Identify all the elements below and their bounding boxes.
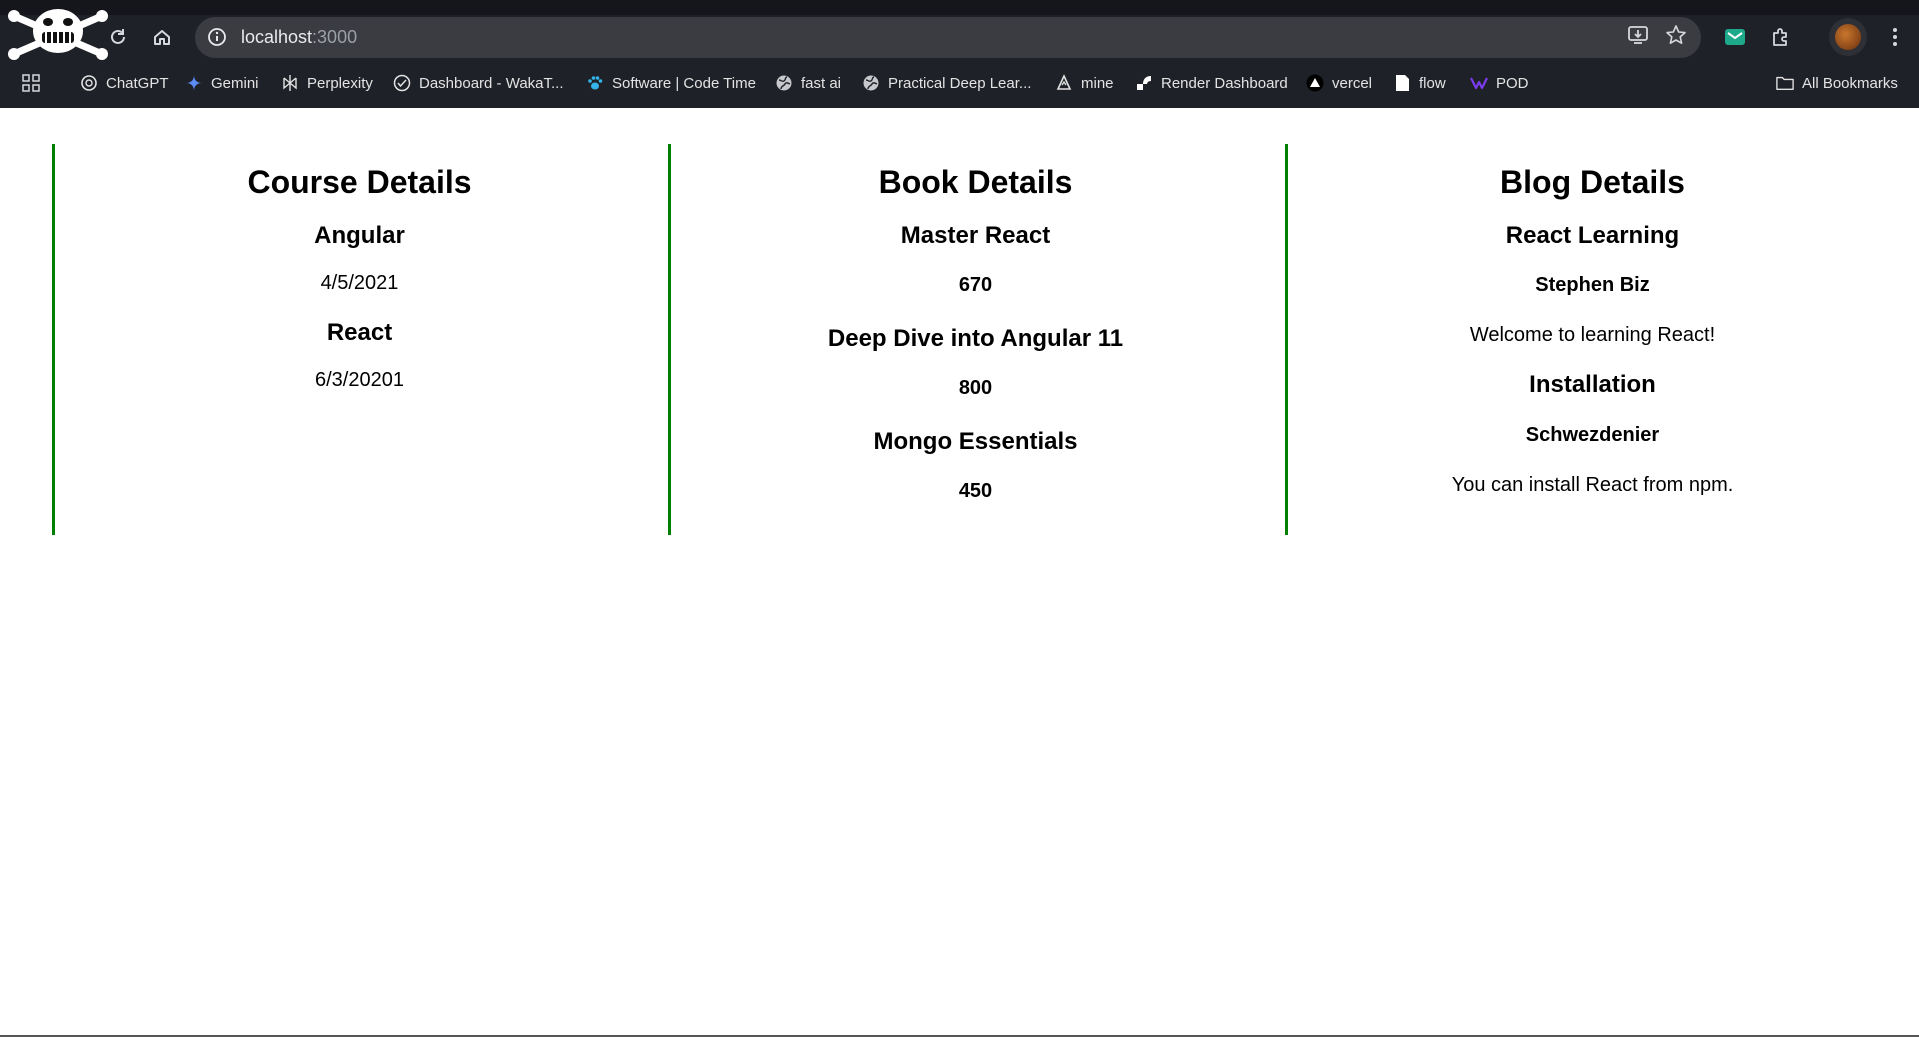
reload-icon[interactable] [103,20,133,54]
blog-details-panel: Blog Details React Learning Stephen Biz … [1285,144,1897,535]
gemini-icon [185,74,203,92]
bookmark-label: vercel [1332,74,1373,92]
folder-icon [1776,74,1794,92]
star-icon[interactable] [1665,24,1687,51]
bookmark-label: Render Dashboard [1161,74,1288,92]
blog-text: Welcome to learning React! [1469,324,1716,346]
book-price: 670 [958,274,993,296]
bookmark-render[interactable]: Render Dashboard [1135,66,1288,100]
bookmark-pod[interactable]: POD [1470,66,1529,100]
flow-icon [1393,74,1411,92]
site-info-icon[interactable] [207,27,227,47]
blog-author: Schwezdenier [1525,424,1660,446]
url-text[interactable]: localhost:3000 [241,17,357,58]
url-host: localhost [241,27,313,47]
bookmark-flow[interactable]: flow [1393,66,1446,100]
bookmark-chatgpt[interactable]: ChatGPT [80,66,169,100]
bookmark-gemini[interactable]: Gemini [185,66,259,100]
bookmark-practical-deep-learning[interactable]: Practical Deep Lear... [862,66,1031,100]
bookmark-vercel[interactable]: vercel [1306,66,1372,100]
bookmark-codetime[interactable]: Software | Code Time [586,66,756,100]
book-title: Master React [900,222,1051,249]
install-app-icon[interactable] [1627,24,1649,51]
bookmark-label: fast ai [801,74,842,92]
bookmark-label: ChatGPT [106,74,169,92]
bookmark-label: Dashboard - WakaT... [419,74,564,92]
globe-icon [775,74,793,92]
globe-icon [862,74,880,92]
course-name: React [326,319,393,346]
bookmark-label: Gemini [211,74,259,92]
vercel-icon [1306,74,1324,92]
bookmark-label: Software | Code Time [612,74,756,92]
blog-title: Installation [1529,371,1656,398]
chatgpt-icon [80,74,98,92]
course-date: 4/5/2021 [320,272,399,294]
page-content: Course Details Angular 4/5/2021 React 6/… [0,108,1919,1037]
jolly-roger-logo-icon[interactable] [6,4,110,60]
bookmarks-bar: ChatGPT Gemini Perplexity Dashboard - Wa… [0,66,1919,100]
blog-text: You can install React from npm. [1451,474,1734,496]
render-icon [1135,74,1153,92]
home-icon[interactable] [147,20,177,54]
tab-strip [0,0,1919,15]
url-port: :3000 [312,27,358,47]
paw-icon [586,74,604,92]
mine-icon [1055,74,1073,92]
book-price: 450 [958,480,993,502]
omnibox-actions [1627,17,1687,58]
book-details-heading: Book Details [878,164,1073,200]
book-title: Deep Dive into Angular 11 [827,325,1124,352]
book-price: 800 [958,377,993,399]
bookmark-mine[interactable]: mine [1055,66,1114,100]
apps-grid-icon[interactable] [22,66,40,100]
perplexity-icon [281,74,299,92]
blog-details-heading: Blog Details [1500,164,1685,200]
bookmark-fastai[interactable]: fast ai [775,66,841,100]
blog-title: React Learning [1505,222,1680,249]
blog-author: Stephen Biz [1535,274,1650,296]
bookmark-wakatime[interactable]: Dashboard - WakaT... [393,66,564,100]
profile-avatar[interactable] [1829,18,1867,56]
pod-icon [1470,74,1488,92]
wakatime-icon [393,74,411,92]
all-bookmarks-button[interactable]: All Bookmarks [1776,66,1898,100]
course-details-heading: Course Details [247,164,472,200]
course-date: 6/3/20201 [315,369,404,391]
extensions-puzzle-icon[interactable] [1766,22,1796,52]
course-details-panel: Course Details Angular 4/5/2021 React 6/… [52,144,664,535]
book-title: Mongo Essentials [873,428,1078,455]
all-bookmarks-label: All Bookmarks [1802,74,1898,92]
course-name: Angular [314,222,405,249]
extension-mail-icon[interactable] [1720,22,1750,52]
bookmark-label: Perplexity [307,74,373,92]
bookmark-label: mine [1081,74,1114,92]
address-bar[interactable]: localhost:3000 [195,17,1701,58]
bookmark-label: Practical Deep Lear... [888,74,1032,92]
bookmark-label: flow [1419,74,1446,92]
book-details-panel: Book Details Master React 670 Deep Dive … [668,144,1280,535]
bookmark-perplexity[interactable]: Perplexity [281,66,373,100]
browser-chrome: localhost:3000 ChatGPT Gemini Perplexity… [0,0,1919,108]
browser-menu-icon[interactable] [1880,22,1910,52]
bookmark-label: POD [1496,74,1529,92]
